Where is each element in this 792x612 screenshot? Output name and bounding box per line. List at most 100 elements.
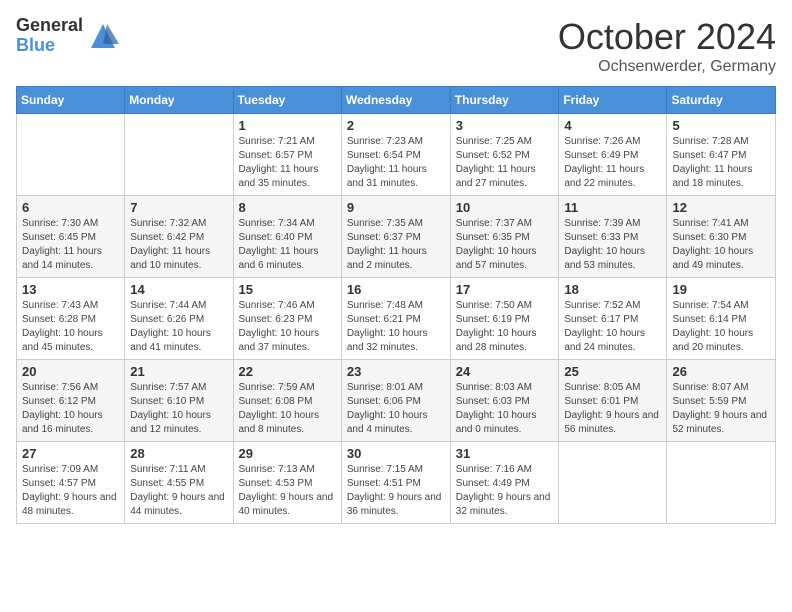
day-number: 19 xyxy=(672,282,770,297)
day-cell-0-0 xyxy=(17,114,125,196)
day-number: 4 xyxy=(564,118,661,133)
day-info: Sunrise: 7:44 AM Sunset: 6:26 PM Dayligh… xyxy=(130,299,227,355)
day-number: 3 xyxy=(456,118,554,133)
day-cell-4-3: 30Sunrise: 7:15 AM Sunset: 4:51 PM Dayli… xyxy=(341,442,450,524)
week-row-1: 1 Sunrise: 7:21 AM Sunset: 6:57 PM Daylig… xyxy=(17,114,776,196)
week-row-2: 6 Sunrise: 7:30 AM Sunset: 6:45 PM Daylig… xyxy=(17,196,776,278)
day-number: 14 xyxy=(130,282,227,297)
day-cell-2-3: 16 Sunrise: 7:48 AM Sunset: 6:21 PM Dayli… xyxy=(341,278,450,360)
logo-text: General Blue xyxy=(16,16,83,56)
day-number: 20 xyxy=(22,364,119,379)
day-cell-3-6: 26 Sunrise: 8:07 AM Sunset: 5:59 PM Dayli… xyxy=(667,360,776,442)
day-cell-1-5: 11 Sunrise: 7:39 AM Sunset: 6:33 PM Dayli… xyxy=(559,196,667,278)
day-info: Sunrise: 7:09 AM Sunset: 4:57 PM Dayligh… xyxy=(22,463,119,519)
day-cell-2-6: 19 Sunrise: 7:54 AM Sunset: 6:14 PM Dayli… xyxy=(667,278,776,360)
day-info: Sunrise: 7:21 AM Sunset: 6:57 PM Dayligh… xyxy=(239,135,336,191)
day-cell-2-5: 18 Sunrise: 7:52 AM Sunset: 6:17 PM Dayli… xyxy=(559,278,667,360)
day-info: Sunrise: 8:05 AM Sunset: 6:01 PM Dayligh… xyxy=(564,381,661,437)
day-number: 15 xyxy=(239,282,336,297)
day-info: Sunrise: 7:15 AM Sunset: 4:51 PM Dayligh… xyxy=(347,463,445,519)
day-number: 18 xyxy=(564,282,661,297)
day-number: 12 xyxy=(672,200,770,215)
day-number: 28 xyxy=(130,446,227,461)
day-number: 31 xyxy=(456,446,554,461)
header-tuesday: Tuesday xyxy=(233,87,341,114)
day-number: 6 xyxy=(22,200,119,215)
day-info: Sunrise: 7:11 AM Sunset: 4:55 PM Dayligh… xyxy=(130,463,227,519)
calendar-header-row: SundayMondayTuesdayWednesdayThursdayFrid… xyxy=(17,87,776,114)
title-block: October 2024 Ochsenwerder, Germany xyxy=(558,16,776,76)
day-info: Sunrise: 7:26 AM Sunset: 6:49 PM Dayligh… xyxy=(564,135,661,191)
day-number: 9 xyxy=(347,200,445,215)
header-sunday: Sunday xyxy=(17,87,125,114)
day-cell-2-2: 15 Sunrise: 7:46 AM Sunset: 6:23 PM Dayli… xyxy=(233,278,341,360)
day-info: Sunrise: 7:48 AM Sunset: 6:21 PM Dayligh… xyxy=(347,299,445,355)
day-info: Sunrise: 8:07 AM Sunset: 5:59 PM Dayligh… xyxy=(672,381,770,437)
day-info: Sunrise: 7:41 AM Sunset: 6:30 PM Dayligh… xyxy=(672,217,770,273)
day-info: Sunrise: 7:39 AM Sunset: 6:33 PM Dayligh… xyxy=(564,217,661,273)
day-info: Sunrise: 7:25 AM Sunset: 6:52 PM Dayligh… xyxy=(456,135,554,191)
day-cell-3-5: 25 Sunrise: 8:05 AM Sunset: 6:01 PM Dayli… xyxy=(559,360,667,442)
day-cell-3-3: 23Sunrise: 8:01 AM Sunset: 6:06 PM Dayli… xyxy=(341,360,450,442)
day-info: Sunrise: 7:54 AM Sunset: 6:14 PM Dayligh… xyxy=(672,299,770,355)
day-number: 13 xyxy=(22,282,119,297)
day-cell-1-6: 12 Sunrise: 7:41 AM Sunset: 6:30 PM Dayli… xyxy=(667,196,776,278)
day-info: Sunrise: 7:43 AM Sunset: 6:28 PM Dayligh… xyxy=(22,299,119,355)
day-info: Sunrise: 7:56 AM Sunset: 6:12 PM Dayligh… xyxy=(22,381,119,437)
day-number: 7 xyxy=(130,200,227,215)
week-row-3: 13 Sunrise: 7:43 AM Sunset: 6:28 PM Dayli… xyxy=(17,278,776,360)
day-info: Sunrise: 7:59 AM Sunset: 6:08 PM Dayligh… xyxy=(239,381,336,437)
day-cell-2-4: 17 Sunrise: 7:50 AM Sunset: 6:19 PM Dayli… xyxy=(450,278,559,360)
day-cell-1-1: 7Sunrise: 7:32 AM Sunset: 6:42 PM Daylig… xyxy=(125,196,233,278)
day-info: Sunrise: 7:16 AM Sunset: 4:49 PM Dayligh… xyxy=(456,463,554,519)
month-title: October 2024 xyxy=(558,16,776,58)
day-info: Sunrise: 7:35 AM Sunset: 6:37 PM Dayligh… xyxy=(347,217,445,273)
week-row-5: 27 Sunrise: 7:09 AM Sunset: 4:57 PM Dayli… xyxy=(17,442,776,524)
header-monday: Monday xyxy=(125,87,233,114)
day-cell-3-0: 20 Sunrise: 7:56 AM Sunset: 6:12 PM Dayli… xyxy=(17,360,125,442)
day-info: Sunrise: 7:34 AM Sunset: 6:40 PM Dayligh… xyxy=(239,217,336,273)
logo-general: General xyxy=(16,16,83,36)
day-cell-0-3: 2 Sunrise: 7:23 AM Sunset: 6:54 PM Daylig… xyxy=(341,114,450,196)
day-number: 23 xyxy=(347,364,445,379)
day-number: 22 xyxy=(239,364,336,379)
day-info: Sunrise: 8:03 AM Sunset: 6:03 PM Dayligh… xyxy=(456,381,554,437)
day-info: Sunrise: 7:30 AM Sunset: 6:45 PM Dayligh… xyxy=(22,217,119,273)
day-number: 11 xyxy=(564,200,661,215)
day-cell-4-5 xyxy=(559,442,667,524)
day-cell-3-2: 22 Sunrise: 7:59 AM Sunset: 6:08 PM Dayli… xyxy=(233,360,341,442)
day-cell-0-5: 4 Sunrise: 7:26 AM Sunset: 6:49 PM Daylig… xyxy=(559,114,667,196)
day-number: 1 xyxy=(239,118,336,133)
day-number: 2 xyxy=(347,118,445,133)
header-wednesday: Wednesday xyxy=(341,87,450,114)
day-cell-4-6 xyxy=(667,442,776,524)
logo-blue: Blue xyxy=(16,36,83,56)
day-number: 27 xyxy=(22,446,119,461)
day-info: Sunrise: 7:37 AM Sunset: 6:35 PM Dayligh… xyxy=(456,217,554,273)
day-cell-0-6: 5 Sunrise: 7:28 AM Sunset: 6:47 PM Daylig… xyxy=(667,114,776,196)
week-row-4: 20 Sunrise: 7:56 AM Sunset: 6:12 PM Dayli… xyxy=(17,360,776,442)
day-info: Sunrise: 7:28 AM Sunset: 6:47 PM Dayligh… xyxy=(672,135,770,191)
day-cell-1-3: 9 Sunrise: 7:35 AM Sunset: 6:37 PM Daylig… xyxy=(341,196,450,278)
day-cell-3-4: 24 Sunrise: 8:03 AM Sunset: 6:03 PM Dayli… xyxy=(450,360,559,442)
day-info: Sunrise: 7:52 AM Sunset: 6:17 PM Dayligh… xyxy=(564,299,661,355)
day-number: 5 xyxy=(672,118,770,133)
day-number: 10 xyxy=(456,200,554,215)
day-cell-3-1: 21Sunrise: 7:57 AM Sunset: 6:10 PM Dayli… xyxy=(125,360,233,442)
day-number: 21 xyxy=(130,364,227,379)
day-info: Sunrise: 7:50 AM Sunset: 6:19 PM Dayligh… xyxy=(456,299,554,355)
day-number: 24 xyxy=(456,364,554,379)
header-saturday: Saturday xyxy=(667,87,776,114)
logo: General Blue xyxy=(16,16,119,56)
day-number: 8 xyxy=(239,200,336,215)
day-number: 16 xyxy=(347,282,445,297)
day-number: 25 xyxy=(564,364,661,379)
header-friday: Friday xyxy=(559,87,667,114)
day-number: 26 xyxy=(672,364,770,379)
day-info: Sunrise: 7:13 AM Sunset: 4:53 PM Dayligh… xyxy=(239,463,336,519)
day-cell-2-1: 14 Sunrise: 7:44 AM Sunset: 6:26 PM Dayli… xyxy=(125,278,233,360)
day-number: 17 xyxy=(456,282,554,297)
day-info: Sunrise: 7:46 AM Sunset: 6:23 PM Dayligh… xyxy=(239,299,336,355)
day-info: Sunrise: 7:23 AM Sunset: 6:54 PM Dayligh… xyxy=(347,135,445,191)
day-number: 29 xyxy=(239,446,336,461)
